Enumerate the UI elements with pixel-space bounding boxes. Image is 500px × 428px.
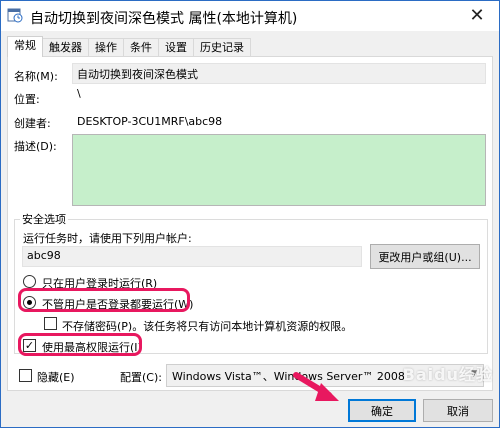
- no-store-password-label[interactable]: 不存储密码(P)。该任务将只有访问本地计算机资源的权限。: [62, 318, 352, 334]
- user-account-field: abc98: [22, 246, 362, 267]
- name-field[interactable]: 自动切换到夜间深色模式: [72, 63, 486, 84]
- hidden-label[interactable]: 隐藏(E): [37, 369, 75, 385]
- location-label: 位置:: [14, 93, 40, 106]
- highlight-run-whether-logged-on: [18, 288, 190, 312]
- close-icon: ✕: [469, 5, 485, 26]
- task-clock-icon: [7, 8, 23, 23]
- pointer-arrow-icon: [293, 372, 339, 401]
- tab-general[interactable]: 常规: [7, 36, 43, 57]
- author-label: 创建者:: [14, 117, 51, 130]
- checkbox-no-store-password[interactable]: [44, 317, 57, 330]
- description-label: 描述(D):: [14, 140, 57, 153]
- tab-conditions[interactable]: 条件: [123, 38, 159, 57]
- tab-strip: 常规 触发器 操作 条件 设置 历史记录: [7, 36, 251, 57]
- ok-button[interactable]: 确定: [348, 399, 416, 422]
- highlight-highest-privileges: [18, 333, 142, 356]
- name-value: 自动切换到夜间深色模式: [77, 68, 198, 81]
- close-button[interactable]: ✕: [455, 1, 499, 30]
- author-value: DESKTOP-3CU1MRF\abc98: [77, 115, 223, 128]
- change-user-button[interactable]: 更改用户或组(U)...: [370, 244, 480, 269]
- tab-history[interactable]: 历史记录: [193, 38, 251, 57]
- watermark-logo: Baidu经验: [402, 365, 493, 384]
- security-options-title: 安全选项: [20, 211, 68, 227]
- general-panel: 名称(M): 自动切换到夜间深色模式 位置: \ 创建者: DESKTOP-3C…: [7, 56, 493, 391]
- run-as-prompt: 运行任务时，请使用下列用户帐户:: [23, 232, 192, 245]
- tab-triggers[interactable]: 触发器: [42, 38, 89, 57]
- window-title: 自动切换到夜间深色模式 属性(本地计算机): [30, 11, 298, 27]
- tab-settings[interactable]: 设置: [158, 38, 194, 57]
- checkbox-hidden[interactable]: [19, 369, 32, 382]
- radio-logged-on-only[interactable]: [23, 275, 36, 288]
- description-textarea[interactable]: [72, 134, 486, 206]
- configure-value: Windows Vista™、Windows Server™ 2008: [172, 370, 405, 383]
- cancel-button[interactable]: 取消: [423, 399, 493, 422]
- location-value: \: [77, 87, 81, 100]
- user-account-value: abc98: [27, 249, 61, 262]
- name-label: 名称(M):: [14, 70, 58, 83]
- tab-actions[interactable]: 操作: [88, 38, 124, 57]
- title-bar[interactable]: 自动切换到夜间深色模式 属性(本地计算机) ✕: [1, 1, 499, 31]
- properties-dialog: 自动切换到夜间深色模式 属性(本地计算机) ✕ 常规 触发器 操作 条件 设置 …: [0, 0, 500, 428]
- configure-label: 配置(C):: [120, 371, 162, 384]
